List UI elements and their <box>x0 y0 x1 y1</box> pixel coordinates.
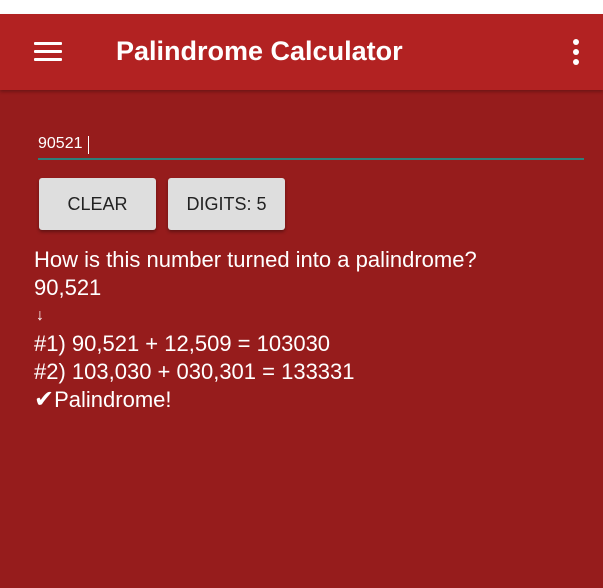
palindrome-label: Palindrome! <box>54 387 172 412</box>
more-vertical-icon[interactable] <box>571 38 581 66</box>
app-title: Palindrome Calculator <box>116 36 403 66</box>
down-arrow-icon: ↓ <box>36 307 44 324</box>
app-bar: Palindrome Calculator <box>0 14 603 90</box>
text-caret <box>88 136 89 154</box>
check-icon: ✔ <box>34 386 55 413</box>
step-2: #2) 103,030 + 030,301 = 133331 <box>34 359 355 384</box>
app-screen: Palindrome Calculator CLEAR DIGITS: 5 Ho… <box>0 0 603 588</box>
hamburger-menu-icon[interactable] <box>34 40 62 62</box>
palindrome-result: ✔Palindrome! <box>34 386 594 414</box>
status-bar <box>0 0 603 14</box>
number-input[interactable] <box>38 130 584 160</box>
step-1: #1) 90,521 + 12,509 = 103030 <box>34 331 331 356</box>
main-content: CLEAR DIGITS: 5 How is this number turne… <box>0 90 603 588</box>
clear-button[interactable]: CLEAR <box>39 178 156 230</box>
digits-button[interactable]: DIGITS: 5 <box>168 178 285 230</box>
result-text: How is this number turned into a palindr… <box>34 246 594 414</box>
result-question: How is this number turned into a palindr… <box>34 247 477 272</box>
start-number: 90,521 <box>34 275 102 300</box>
